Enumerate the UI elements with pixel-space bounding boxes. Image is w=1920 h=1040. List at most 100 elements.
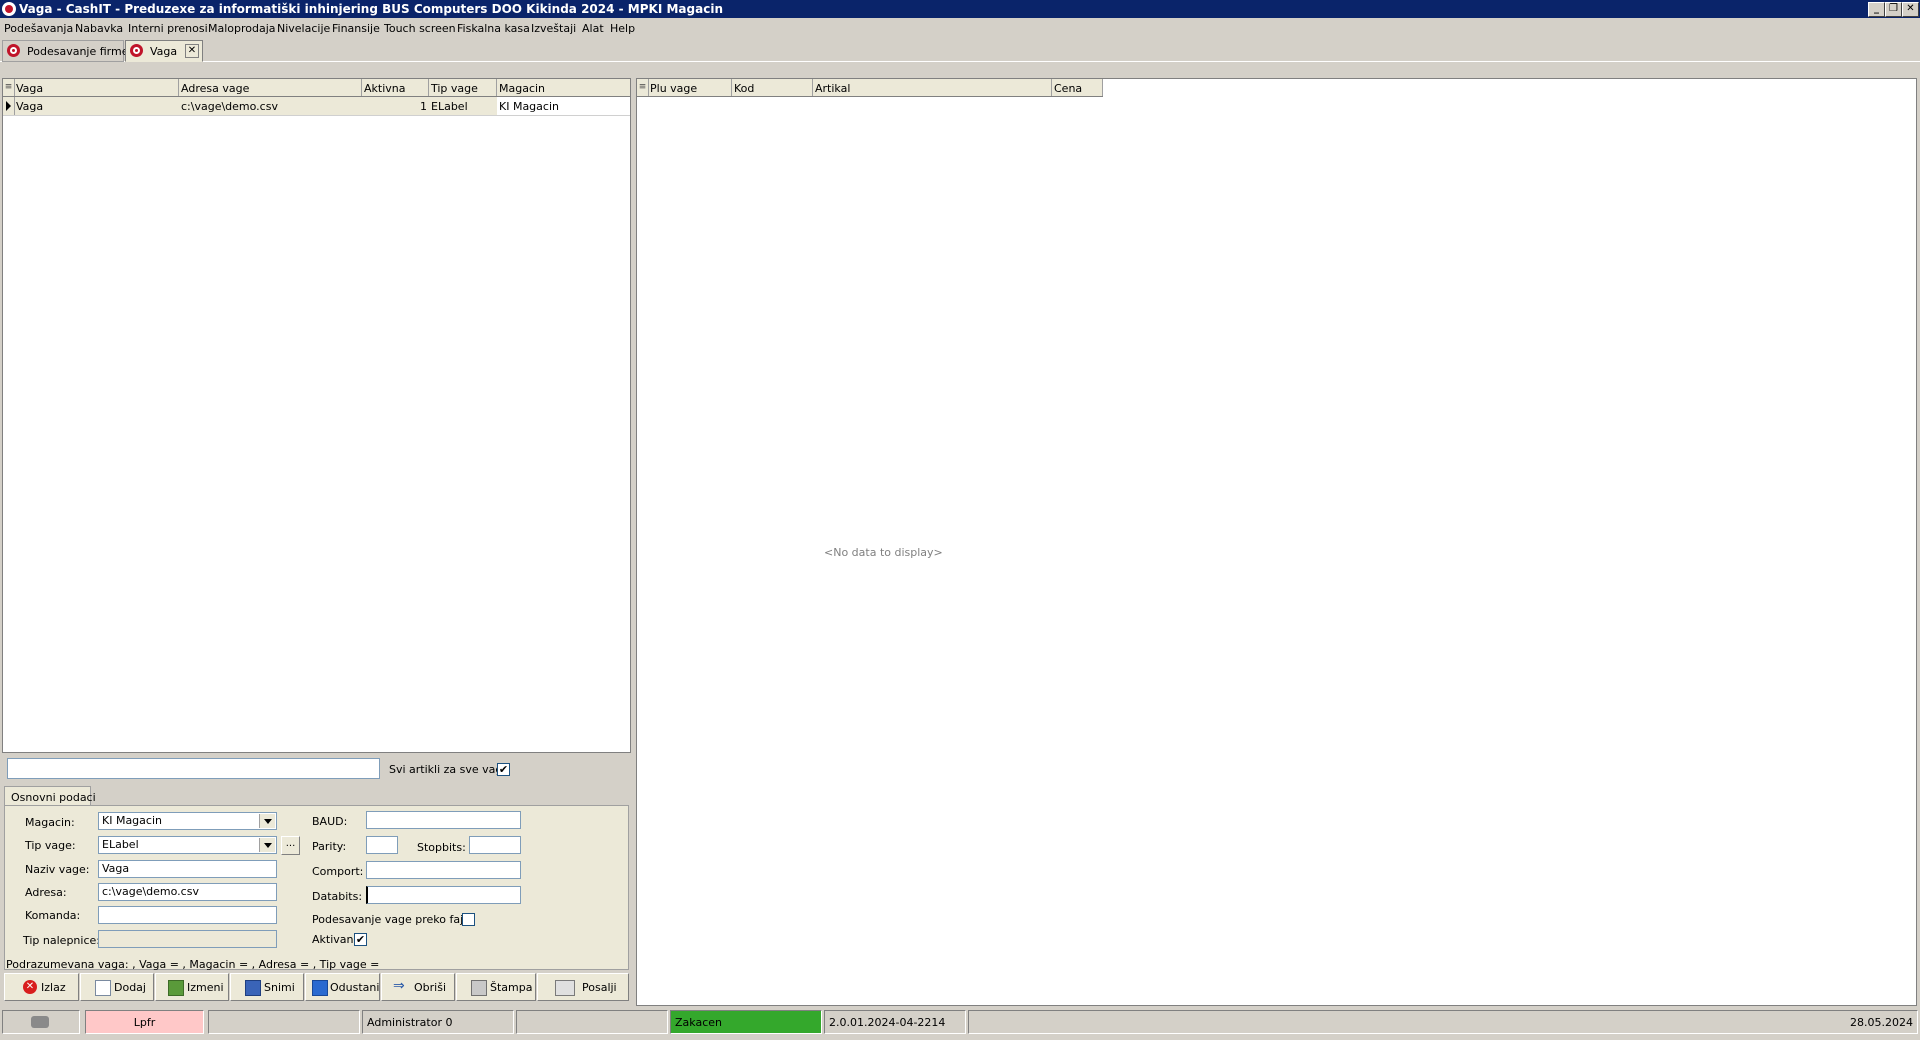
baud-input[interactable] xyxy=(366,811,521,829)
menu-izvestaji[interactable]: Izveštaji xyxy=(531,22,576,35)
tip-nalepnice-input[interactable] xyxy=(98,930,277,948)
tip-vage-label: Tip vage: xyxy=(25,839,76,852)
search-input[interactable] xyxy=(7,758,380,779)
komanda-label: Komanda: xyxy=(25,909,81,922)
tip-vage-value: ELabel xyxy=(102,838,139,851)
fajl-checkbox[interactable] xyxy=(462,913,475,926)
lpfr-status[interactable]: Lpfr xyxy=(85,1010,204,1034)
menu-interni-prenosi[interactable]: Interni prenosi xyxy=(128,22,208,35)
obrisi-button[interactable]: ⇒ Obriši xyxy=(381,973,455,1001)
magacin-select[interactable]: KI Magacin xyxy=(98,812,277,830)
close-tab-icon[interactable]: ✕ xyxy=(185,44,199,58)
svi-artikli-label: Svi artikli za sve vage xyxy=(389,763,510,776)
status-empty-panel-2 xyxy=(516,1010,668,1034)
button-label: Odustani xyxy=(330,981,380,994)
delete-arrow-icon: ⇒ xyxy=(393,978,405,994)
restore-button[interactable]: ❐ xyxy=(1885,2,1902,17)
default-vaga-info: Podrazumevana vaga: , Vaga = , Magacin =… xyxy=(6,958,380,971)
button-label: Izmeni xyxy=(187,981,224,994)
stopbits-input[interactable] xyxy=(469,836,521,854)
version-status: 2.0.01.2024-04-2214 xyxy=(824,1010,966,1034)
tab-osnovni-podaci[interactable]: Osnovni podaci xyxy=(4,786,96,806)
button-label: Štampa xyxy=(490,981,533,994)
menu-nabavka[interactable]: Nabavka xyxy=(75,22,123,35)
menu-nivelacije[interactable]: Nivelacije xyxy=(277,22,330,35)
tab-vaga[interactable]: Vaga ✕ xyxy=(125,40,203,62)
tip-nalepnice-label: Tip nalepnice: xyxy=(23,934,100,947)
menu-podesavanja[interactable]: Podešavanja xyxy=(4,22,73,35)
menu-fiskalna-kasa[interactable]: Fiskalna kasa xyxy=(457,22,530,35)
adresa-input[interactable]: c:\vage\demo.csv xyxy=(98,883,277,901)
grid-header: ≡ Vaga Adresa vage Aktivna Tip vage Maga… xyxy=(3,79,630,97)
menu-bar: Podešavanja Nabavka Interni prenosi Malo… xyxy=(0,18,1920,38)
baud-label: BAUD: xyxy=(312,815,348,828)
chevron-down-icon[interactable] xyxy=(259,838,275,852)
app-logo-icon xyxy=(7,44,20,57)
tab-label: Vaga xyxy=(150,45,178,58)
menu-touch-screen[interactable]: Touch screen xyxy=(384,22,456,35)
svi-artikli-checkbox[interactable]: ✔ xyxy=(497,763,510,776)
artikli-grid[interactable]: ≡ Plu vage Kod Artikal Cena <No data to … xyxy=(636,78,1917,1006)
cell-aktivna: 1 xyxy=(420,100,427,113)
databits-input[interactable] xyxy=(366,886,521,904)
aktivan-checkbox[interactable]: ✔ xyxy=(354,933,367,946)
comport-label: Comport: xyxy=(312,865,364,878)
menu-finansije[interactable]: Finansije xyxy=(332,22,380,35)
close-window-button[interactable]: ✕ xyxy=(1902,2,1919,17)
col-header-vaga[interactable]: Vaga xyxy=(14,79,179,96)
document-tabs: Podesavanje firme Vaga ✕ xyxy=(0,38,1920,62)
naziv-vage-label: Naziv vage: xyxy=(25,863,90,876)
col-header-aktivna[interactable]: Aktivna xyxy=(362,79,429,96)
parity-input[interactable] xyxy=(366,836,398,854)
col-header-magacin[interactable]: Magacin xyxy=(497,79,630,96)
col-header-kod[interactable]: Kod xyxy=(732,79,813,96)
menu-alat[interactable]: Alat xyxy=(582,22,604,35)
edit-icon xyxy=(168,980,184,996)
button-label: Dodaj xyxy=(114,981,146,994)
vage-grid[interactable]: ≡ Vaga Adresa vage Aktivna Tip vage Maga… xyxy=(2,78,631,753)
col-header-artikal[interactable]: Artikal xyxy=(813,79,1052,96)
save-icon xyxy=(245,980,261,996)
cell-magacin: KI Magacin xyxy=(497,97,630,115)
window-title: Vaga - CashIT - Preduzexe za informatišk… xyxy=(19,2,723,16)
browse-button[interactable]: ... xyxy=(281,836,300,855)
komanda-input[interactable] xyxy=(98,906,277,924)
parity-label: Parity: xyxy=(312,840,347,853)
col-header-plu-vage[interactable]: Plu vage xyxy=(648,79,732,96)
tab-podesavanje-firme[interactable]: Podesavanje firme xyxy=(2,40,128,62)
menu-maloprodaja[interactable]: Maloprodaja xyxy=(208,22,276,35)
magacin-label: Magacin: xyxy=(25,816,75,829)
menu-help[interactable]: Help xyxy=(610,22,635,35)
tip-vage-select[interactable]: ELabel xyxy=(98,836,277,854)
chevron-down-icon[interactable] xyxy=(259,814,275,828)
comport-input[interactable] xyxy=(366,861,521,879)
stampa-button[interactable]: Štampa xyxy=(456,973,536,1001)
app-logo-icon xyxy=(130,44,143,57)
empty-grid-message: <No data to display> xyxy=(824,546,943,559)
col-header-tip-vage[interactable]: Tip vage xyxy=(429,79,497,96)
button-label: Izlaz xyxy=(41,981,66,994)
cell-adresa-vage: c:\vage\demo.csv xyxy=(181,100,278,113)
naziv-vage-input[interactable]: Vaga xyxy=(98,860,277,878)
button-label: Posalji xyxy=(582,981,617,994)
status-connection-panel xyxy=(2,1010,80,1034)
fajl-label: Podesavanje vage preko fajla xyxy=(312,913,473,926)
dodaj-button[interactable]: Dodaj xyxy=(80,973,154,1001)
cell-tip-vage: ELabel xyxy=(431,100,468,113)
col-header-cena[interactable]: Cena xyxy=(1052,79,1103,96)
snimi-button[interactable]: Snimi xyxy=(230,973,304,1001)
grid-header: ≡ Plu vage Kod Artikal Cena xyxy=(637,79,1103,97)
adresa-label: Adresa: xyxy=(25,886,67,899)
col-header-adresa-vage[interactable]: Adresa vage xyxy=(179,79,362,96)
tab-label: Osnovni podaci xyxy=(11,791,96,804)
minimize-button[interactable]: _ xyxy=(1868,2,1885,17)
send-icon xyxy=(555,980,575,996)
izlaz-button[interactable]: ✕ Izlaz xyxy=(4,973,79,1001)
izmeni-button[interactable]: Izmeni xyxy=(155,973,229,1001)
app-logo-icon xyxy=(2,2,16,16)
posalji-button[interactable]: Posalji xyxy=(537,973,629,1001)
odustani-button[interactable]: Odustani xyxy=(305,973,380,1001)
databits-label: Databits: xyxy=(312,890,363,903)
table-row[interactable]: Vaga c:\vage\demo.csv 1 ELabel KI Magaci… xyxy=(3,97,630,116)
button-label: Snimi xyxy=(264,981,295,994)
